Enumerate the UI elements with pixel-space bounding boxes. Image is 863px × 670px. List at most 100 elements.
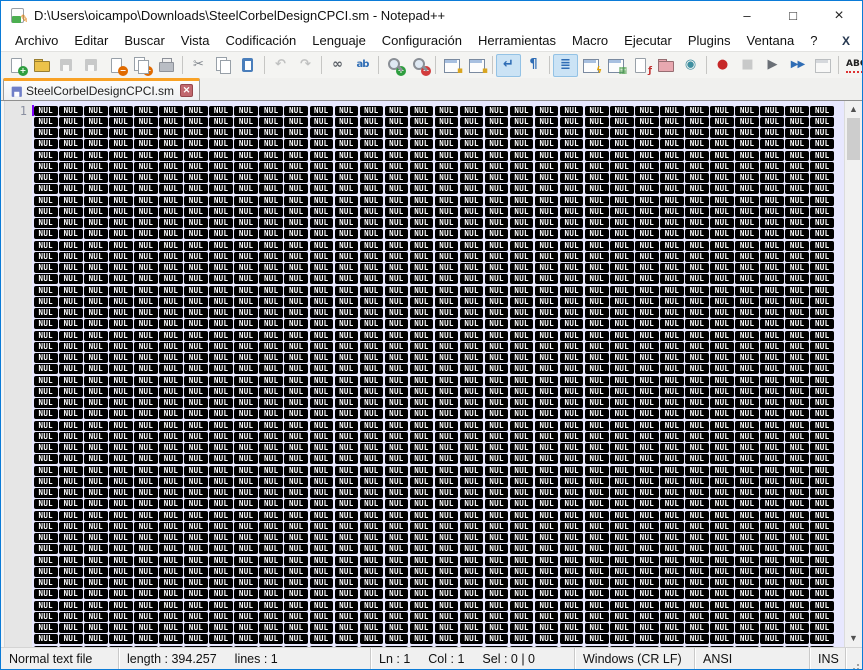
nul-char-block: NUL [785,533,809,544]
nul-char-block: NUL [735,240,759,251]
nul-char-block: NUL [209,634,233,645]
nul-char-block: NUL [484,240,509,251]
nul-char-block: NUL [785,105,809,116]
maximize-button[interactable]: □ [770,1,816,30]
scrollbar-thumb[interactable] [847,118,860,160]
nul-char-block: NUL [685,589,709,600]
nul-char-block: NUL [735,353,759,364]
sync-vertical-button[interactable]: ▪ [439,54,464,77]
indent-guide-button[interactable]: ≣ [553,53,578,77]
nul-char-block: NUL [59,263,83,274]
nul-char-block: NUL [585,431,609,442]
menu-archivo[interactable]: Archivo [7,31,66,50]
menu-lenguaje[interactable]: Lenguaje [304,31,374,50]
nul-char-block: NUL [209,218,233,229]
spell-check-button[interactable]: ABC [842,54,862,77]
nul-char-block: NUL [309,251,334,262]
macro-stop-button[interactable]: ■ [735,54,760,77]
show-all-characters-button[interactable]: ¶ [521,54,546,77]
print-button[interactable] [154,54,179,77]
scroll-down-icon[interactable]: ▼ [845,630,862,647]
nul-char-block: NUL [710,330,734,341]
save-button[interactable] [54,54,79,77]
nul-char-block: NUL [34,409,58,420]
vertical-scrollbar[interactable]: ▲ ▼ [844,101,862,647]
nul-char-block: NUL [134,274,158,285]
nul-char-block: NUL [109,533,133,544]
nul-char-block: NUL [34,555,58,566]
nul-char-block: NUL [59,555,83,566]
menu-configuracion[interactable]: Configuración [374,31,470,50]
macro-save-button[interactable] [810,54,835,77]
text-area[interactable]: NUL NUL NUL NUL NUL NUL NUL NUL NUL NUL NUL NUL NUL N… [32,101,844,647]
nul-char-block: NUL [810,251,834,262]
nul-char-block: NUL [209,476,233,487]
nul-char-block: NUL [509,634,534,645]
nul-char-block: NUL [785,274,809,285]
new-file-button[interactable]: + [4,54,29,77]
scroll-up-icon[interactable]: ▲ [845,101,862,118]
sync-horizontal-icon: ▪ [468,57,488,76]
menu-help[interactable]: ? [802,31,825,50]
nul-char-block: NUL [234,578,258,589]
save-all-button[interactable] [79,54,104,77]
find-button[interactable]: ∞ [325,54,350,77]
user-defined-dialog-button[interactable]: ϟ [578,54,603,77]
sync-horizontal-button[interactable]: ▪ [464,54,489,77]
zoom-in-button[interactable]: + [382,54,407,77]
menu-ejecutar[interactable]: Ejecutar [616,31,680,50]
tab-steelcorbeldesigncpci[interactable]: SteelCorbelDesignCPCI.sm ✕ [3,78,201,100]
paste-button[interactable] [236,54,261,77]
function-list-button[interactable]: ƒ [628,54,653,77]
menu-ventana[interactable]: Ventana [739,31,803,50]
zoom-out-button[interactable]: − [407,54,432,77]
nul-char-block: NUL [209,353,233,364]
macro-record-button[interactable]: ● [710,54,735,77]
close-button[interactable]: × [816,1,862,30]
open-button[interactable] [29,54,54,77]
nul-char-block: NUL [34,645,58,647]
menu-close-icon[interactable]: X [842,34,850,48]
document-map-icon-badge: ▦ [618,66,627,76]
nul-char-block: NUL [359,229,384,240]
nul-char-block: NUL [660,274,684,285]
copy-button[interactable] [211,54,236,77]
cut-button[interactable]: ✂ [186,54,211,77]
status-insert-mode[interactable]: INS [810,648,846,669]
macro-play-button[interactable]: ▶ [760,54,785,77]
close-all-button[interactable]: − [129,54,154,77]
status-encoding[interactable]: ANSI [695,648,810,669]
menu-codificacion[interactable]: Codificación [217,31,304,50]
minimize-button[interactable]: – [724,1,770,30]
menu-plugins[interactable]: Plugins [680,31,739,50]
replace-button[interactable]: ab [350,54,375,77]
menu-macro[interactable]: Macro [564,31,616,50]
undo-button[interactable]: ↶ [268,54,293,77]
nul-char-block: NUL [810,240,834,251]
folder-as-workspace-button[interactable] [653,54,678,77]
tab-close-icon[interactable]: ✕ [180,84,194,97]
resize-grip[interactable] [846,648,862,669]
nul-char-block: NUL [735,330,759,341]
nul-char-block: NUL [109,128,133,139]
status-eol[interactable]: Windows (CR LF) [575,648,695,669]
menu-herramientas[interactable]: Herramientas [470,31,564,50]
menu-editar[interactable]: Editar [66,31,116,50]
nul-char-block: NUL [334,240,359,251]
nul-char-block: NUL [284,150,308,161]
word-wrap-button[interactable]: ↵ [496,53,521,77]
menu-vista[interactable]: Vista [173,31,218,50]
macro-run-multiple-button[interactable]: ▶▶ [785,54,810,77]
nul-char-block: NUL [509,105,534,116]
nul-char-block: NUL [610,375,634,386]
close-tab-button[interactable]: − [104,54,129,77]
redo-button[interactable]: ↷ [293,54,318,77]
menu-buscar[interactable]: Buscar [116,31,172,50]
document-map-button[interactable]: ▦ [603,54,628,77]
nul-char-block: NUL [34,476,58,487]
nul-char-block: NUL [384,116,409,127]
nul-char-block: NUL [760,173,784,184]
nul-char-block: NUL [660,555,684,566]
nul-char-block: NUL [509,128,534,139]
monitoring-button[interactable]: ◉ [678,54,703,77]
